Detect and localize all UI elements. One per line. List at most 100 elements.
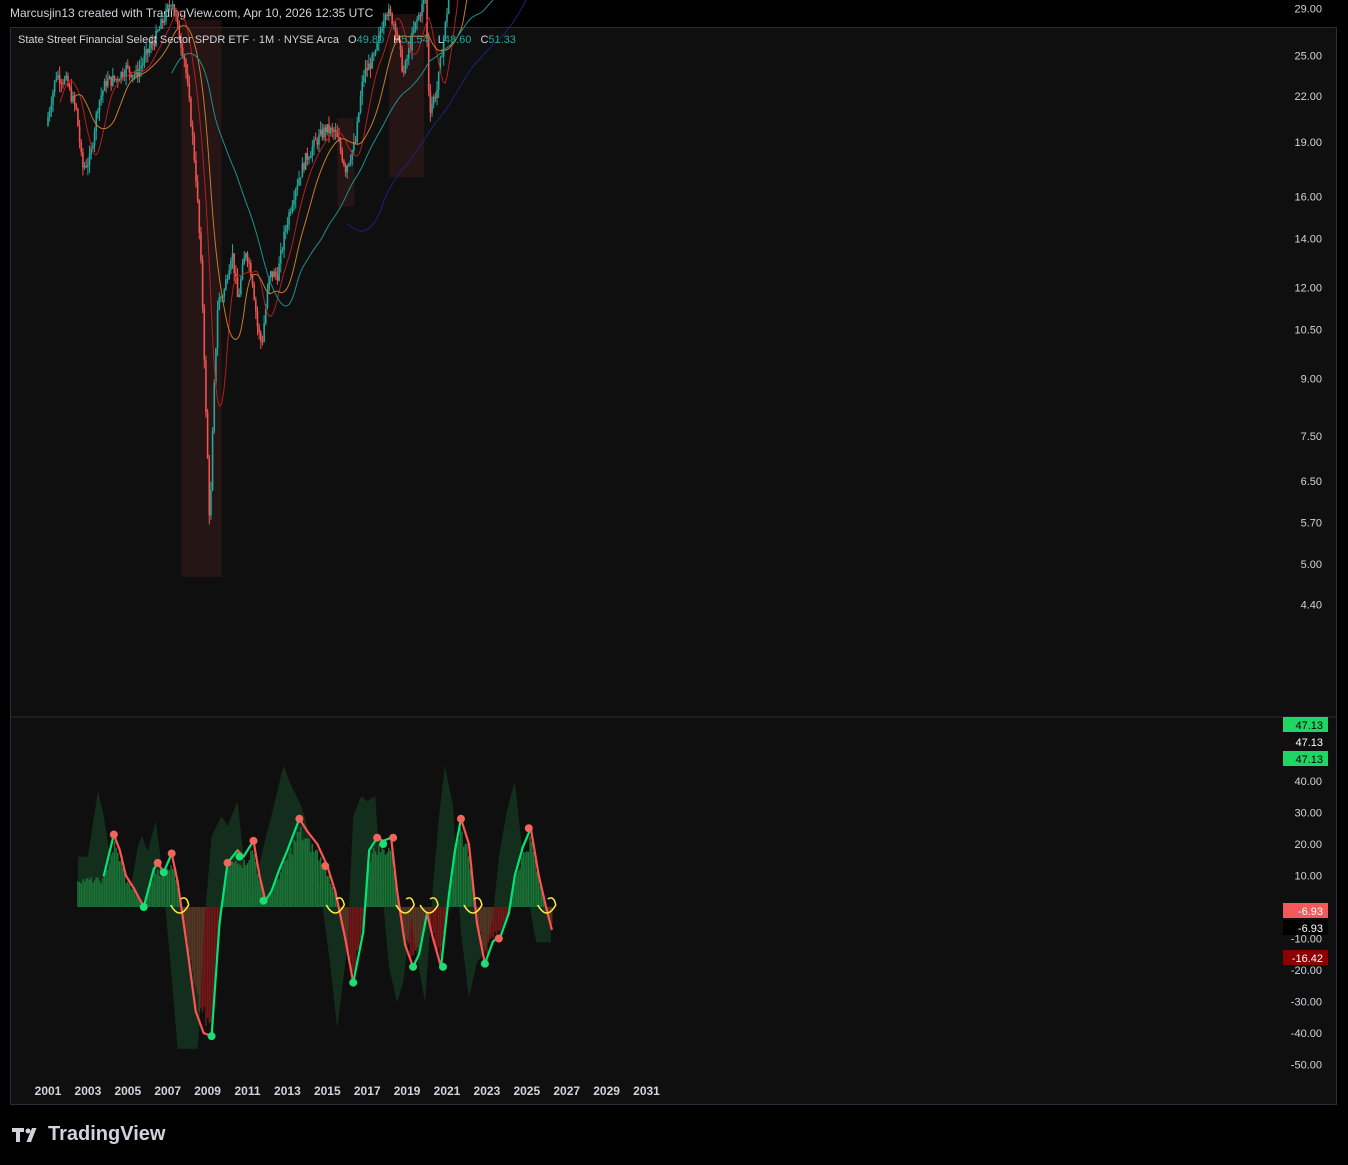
- candle: [421, 3, 423, 16]
- pivot-high-marker: [494, 934, 503, 943]
- candle: [191, 125, 194, 136]
- histogram-bar: [497, 907, 500, 931]
- oscillator-axis-tick: -30.00: [1291, 997, 1322, 1009]
- candle: [108, 76, 111, 80]
- open-value: 49.80: [356, 34, 385, 46]
- candle: [146, 49, 149, 53]
- candle: [65, 75, 68, 79]
- price-axis-tick: 25.00: [1294, 50, 1322, 62]
- candle: [47, 116, 49, 126]
- candle: [186, 72, 189, 84]
- candle: [383, 20, 385, 29]
- candle: [243, 257, 245, 265]
- symbol-legend: State Street Financial Select Sector SPD…: [18, 34, 516, 46]
- oscillator-axis-tick: -40.00: [1291, 1028, 1322, 1040]
- price-axis-tick: 12.00: [1294, 282, 1322, 294]
- candle: [369, 63, 372, 69]
- candle: [198, 200, 201, 233]
- candle: [407, 48, 410, 59]
- candle: [102, 90, 104, 96]
- oscillator-axis-tick: -50.00: [1291, 1060, 1322, 1072]
- candle: [90, 148, 93, 155]
- candle: [226, 278, 229, 280]
- histogram-bar: [439, 907, 442, 957]
- candle: [416, 19, 418, 23]
- candle: [228, 270, 231, 279]
- candle: [231, 253, 234, 261]
- histogram-bar: [536, 871, 538, 907]
- pivot-low-marker: [207, 1032, 216, 1041]
- candle: [384, 14, 387, 21]
- candle: [225, 279, 227, 290]
- candle: [437, 71, 440, 90]
- histogram-bar: [386, 852, 388, 907]
- candle: [158, 28, 161, 31]
- price-axis-tick: 4.40: [1301, 600, 1322, 612]
- price-and-oscillator-chart[interactable]: 72.0060.0052.5033.0029.0025.0022.0019.00…: [0, 0, 1348, 1165]
- candle: [131, 75, 134, 77]
- candle: [316, 140, 319, 145]
- candle: [419, 14, 422, 16]
- histogram-bar: [434, 907, 437, 944]
- candle: [141, 62, 144, 66]
- histogram-bar: [462, 846, 465, 907]
- candle: [195, 160, 197, 182]
- candle: [333, 129, 335, 133]
- pivot-high-marker: [295, 814, 304, 823]
- histogram-bar: [349, 907, 352, 960]
- pivot-low-marker: [349, 978, 358, 987]
- histogram-bar: [165, 871, 167, 907]
- tradingview-logo-icon: [12, 1127, 37, 1142]
- candle: [133, 74, 136, 76]
- histogram-bar: [328, 875, 330, 907]
- candle: [55, 78, 58, 81]
- candle: [170, 5, 172, 7]
- time-axis-tick: 2029: [593, 1084, 620, 1098]
- histogram-bar: [496, 907, 498, 935]
- candle: [318, 134, 320, 145]
- histogram-bar: [388, 847, 390, 907]
- candle: [434, 96, 437, 99]
- oscillator-axis-tick: -20.00: [1291, 965, 1322, 977]
- candle: [166, 5, 169, 9]
- histogram-bar: [354, 907, 357, 968]
- candle: [110, 76, 112, 86]
- oscillator-value-label: -16.42: [1292, 953, 1323, 965]
- tradingview-logo[interactable]: TradingView: [12, 1123, 165, 1146]
- pivot-low-marker: [159, 868, 168, 877]
- candle: [83, 166, 86, 168]
- candle: [279, 250, 282, 264]
- candle: [303, 163, 305, 170]
- time-axis-tick: 2023: [474, 1084, 501, 1098]
- histogram-bar: [437, 907, 440, 948]
- candle: [284, 228, 287, 232]
- histogram-bar: [171, 868, 174, 907]
- oscillator-axis-tick: 20.00: [1294, 839, 1322, 851]
- candle: [87, 164, 89, 167]
- candle: [309, 155, 312, 159]
- candle: [201, 260, 204, 308]
- histogram-bar: [467, 856, 470, 907]
- time-axis-tick: 2031: [633, 1084, 660, 1098]
- candle: [412, 29, 415, 33]
- candle: [339, 141, 342, 151]
- candle: [441, 56, 443, 58]
- candle: [176, 16, 179, 25]
- candle: [196, 181, 199, 201]
- candle: [168, 5, 171, 7]
- pivot-low-marker: [480, 959, 489, 968]
- candle: [368, 63, 370, 71]
- candle: [373, 54, 375, 56]
- histogram-bar: [205, 907, 207, 1026]
- candle: [250, 263, 252, 276]
- candle: [100, 95, 102, 101]
- candle: [314, 139, 317, 141]
- candle: [185, 60, 187, 73]
- candle: [343, 160, 345, 166]
- candle: [235, 273, 237, 277]
- candle: [77, 108, 79, 127]
- candle: [356, 121, 359, 143]
- time-axis-tick: 2007: [154, 1084, 181, 1098]
- candle: [160, 19, 162, 29]
- candle: [328, 124, 330, 134]
